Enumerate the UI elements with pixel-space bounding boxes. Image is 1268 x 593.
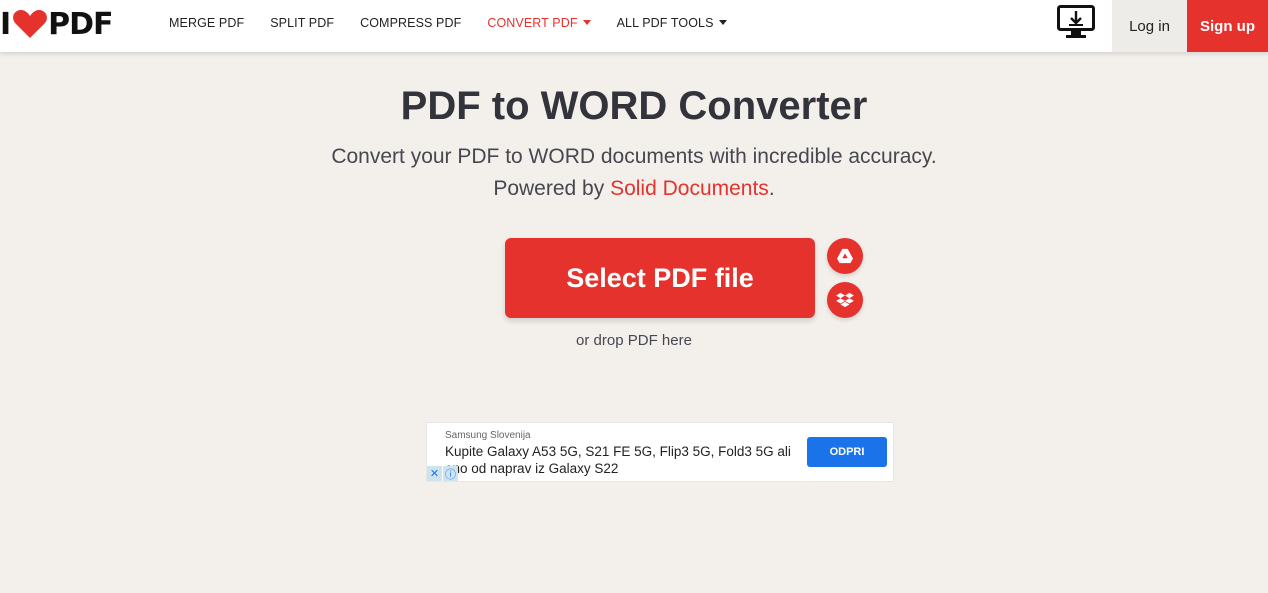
caret-down-icon — [718, 20, 727, 25]
select-pdf-file-button[interactable]: Select PDF file — [505, 238, 815, 318]
nav-all-pdf-tools[interactable]: ALL PDF TOOLS — [617, 16, 727, 30]
nav-convert-pdf[interactable]: CONVERT PDF — [487, 16, 591, 30]
ad-close-icon[interactable]: ✕ — [427, 466, 442, 481]
drop-hint: or drop PDF here — [576, 332, 692, 349]
nav-merge-pdf[interactable]: MERGE PDF — [169, 16, 244, 30]
ad-banner[interactable]: Samsung Slovenija Kupite Galaxy A53 5G, … — [426, 422, 894, 482]
main-nav: MERGE PDF SPLIT PDF COMPRESS PDF CONVERT… — [156, 0, 740, 45]
ad-advertiser: Samsung Slovenija — [445, 430, 531, 441]
logo-letter: I — [0, 6, 11, 42]
ad-controls: ✕ ⓘ — [427, 466, 458, 481]
login-button[interactable]: Log in — [1112, 0, 1187, 52]
nav-split-pdf[interactable]: SPLIT PDF — [270, 16, 334, 30]
google-drive-icon — [837, 248, 853, 264]
subtitle-line-2: Powered by Solid Documents. — [493, 177, 775, 200]
page-subtitle: Convert your PDF to WORD documents with … — [0, 141, 1268, 205]
desktop-download-button[interactable] — [1057, 5, 1095, 39]
heart-icon — [13, 10, 48, 38]
ilovepdf-logo[interactable]: I PDF — [0, 6, 114, 42]
signup-button[interactable]: Sign up — [1187, 0, 1268, 52]
ad-text[interactable]: Kupite Galaxy A53 5G, S21 FE 5G, Flip3 5… — [445, 443, 795, 477]
page-title: PDF to WORD Converter — [400, 84, 868, 128]
google-drive-button[interactable] — [827, 238, 863, 274]
ad-info-icon[interactable]: ⓘ — [443, 466, 458, 481]
solid-documents-link[interactable]: Solid Documents — [610, 177, 769, 200]
desktop-download-icon — [1057, 5, 1095, 38]
top-header: I PDF MERGE PDF SPLIT PDF COMPRESS PDF C… — [0, 0, 1268, 52]
logo-word: PDF — [48, 6, 113, 42]
dropbox-icon — [836, 292, 854, 308]
ad-open-button[interactable]: ODPRI — [807, 437, 887, 467]
subtitle-line-1: Convert your PDF to WORD documents with … — [331, 145, 937, 168]
nav-compress-pdf[interactable]: COMPRESS PDF — [360, 16, 461, 30]
caret-down-icon — [582, 20, 591, 25]
dropbox-button[interactable] — [827, 282, 863, 318]
